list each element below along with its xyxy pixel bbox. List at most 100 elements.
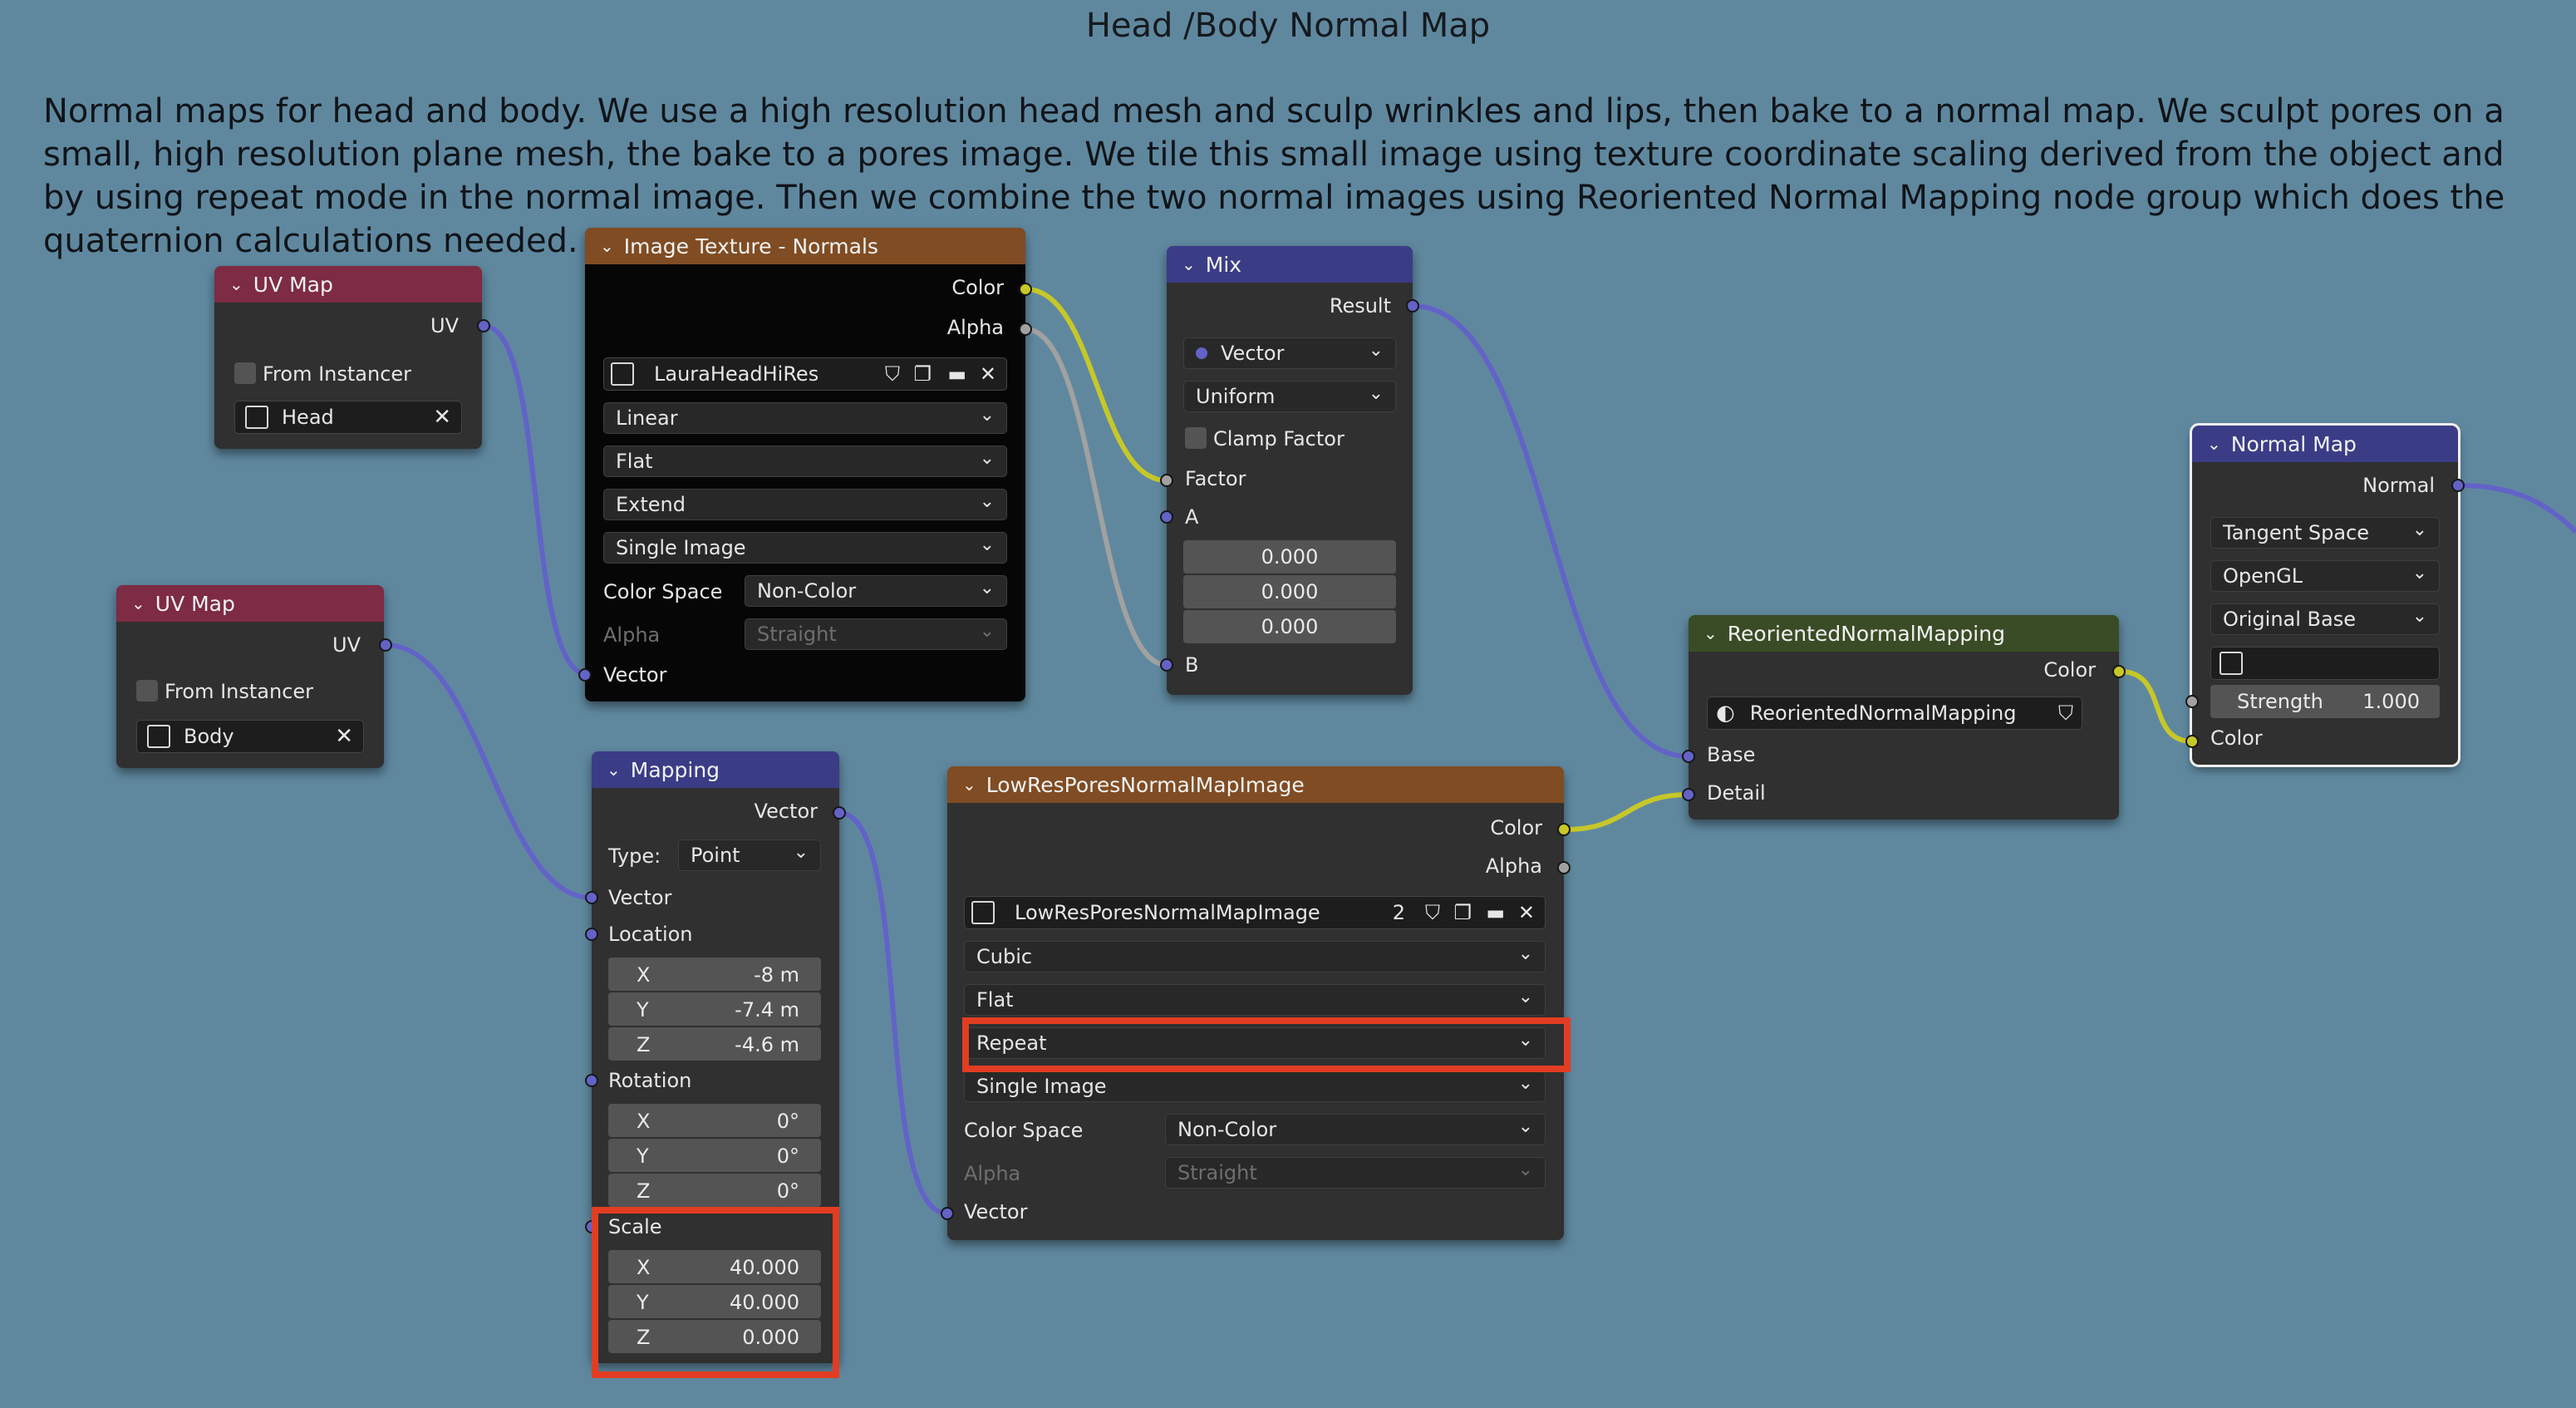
from-instancer-checkbox[interactable] <box>234 362 256 384</box>
collapse-chevron-icon[interactable]: ⌄ <box>229 274 243 294</box>
unlink-icon[interactable]: ✕ <box>1518 901 1535 924</box>
uv-head-output-socket[interactable] <box>477 319 490 332</box>
mapping-location-input-socket[interactable] <box>585 928 598 941</box>
collapse-chevron-icon[interactable]: ⌄ <box>1182 254 1196 274</box>
from-instancer-checkbox[interactable] <box>136 680 158 702</box>
mapping-type-dropdown[interactable]: Point <box>678 839 821 871</box>
convention-dropdown[interactable]: OpenGL <box>2210 560 2440 592</box>
image-selector[interactable]: LowResPoresNormalMapImage 2 ⛉ ❐ ▬ ✕ <box>964 896 1546 929</box>
image-texture-normals-node[interactable]: ⌄ Image Texture - Normals Color Alpha Lau… <box>585 228 1025 702</box>
mapping-rotation-input-socket[interactable] <box>585 1074 598 1087</box>
input-vector-label: Vector <box>964 1200 1028 1223</box>
tex-color-output-socket[interactable] <box>1019 283 1032 296</box>
node-tree-icon[interactable]: ◐ <box>1716 701 1735 726</box>
rnm-color-output-socket[interactable] <box>2112 665 2126 678</box>
collapse-chevron-icon[interactable]: ⌄ <box>962 775 976 795</box>
duplicate-icon[interactable]: ❐ <box>913 362 932 386</box>
node-header[interactable]: ⌄ Mix <box>1167 246 1413 283</box>
node-header[interactable]: ⌄ UV Map <box>214 266 482 303</box>
factor-mode-dropdown[interactable]: Uniform <box>1183 381 1396 412</box>
collapse-chevron-icon[interactable]: ⌄ <box>607 760 621 780</box>
clear-icon[interactable]: ✕ <box>335 724 353 749</box>
location-x-field[interactable]: X -8 m <box>608 958 821 991</box>
rotation-y-field[interactable]: Y 0° <box>608 1139 821 1172</box>
a-value-x[interactable]: 0.000 <box>1183 540 1396 574</box>
tex-alpha-output-socket[interactable] <box>1019 322 1032 336</box>
unlink-icon[interactable]: ✕ <box>980 362 996 386</box>
reoriented-normal-mapping-node[interactable]: ⌄ ReorientedNormalMapping Color ◐ Reorien… <box>1689 615 2119 820</box>
color-space-dropdown[interactable]: Non-Color <box>745 575 1007 607</box>
normalmap-color-input-socket[interactable] <box>2185 735 2199 748</box>
uv-map-field[interactable] <box>2210 647 2440 680</box>
base-dropdown[interactable]: Original Base <box>2210 603 2440 635</box>
mix-node[interactable]: ⌄Mix Result Vector Uniform Clamp Factor … <box>1167 246 1413 695</box>
mix-factor-input-socket[interactable] <box>1160 474 1173 487</box>
extension-dropdown[interactable]: Extend <box>603 489 1007 520</box>
collapse-chevron-icon[interactable]: ⌄ <box>600 236 614 256</box>
a-value-y[interactable]: 0.000 <box>1183 575 1396 608</box>
normalmap-strength-input-socket[interactable] <box>2185 695 2199 708</box>
clamp-factor-checkbox[interactable] <box>1185 427 1207 449</box>
fake-user-shield-icon[interactable]: ⛉ <box>2058 702 2073 725</box>
node-group-selector[interactable]: ◐ ReorientedNormalMapping ⛉ <box>1707 697 2082 730</box>
mapping-vector-output-socket[interactable] <box>833 806 846 820</box>
mix-result-output-socket[interactable] <box>1406 299 1419 313</box>
duplicate-icon[interactable]: ❐ <box>1453 901 1472 924</box>
collapse-chevron-icon[interactable]: ⌄ <box>1703 623 1718 643</box>
location-y-field[interactable]: Y -7.4 m <box>608 992 821 1026</box>
uv-map-body-node[interactable]: ⌄ UV Map UV From Instancer Body ✕ <box>116 585 384 768</box>
node-header[interactable]: ⌄ UV Map <box>116 585 384 622</box>
fake-user-shield-icon[interactable]: ⛉ <box>885 362 900 386</box>
collapse-chevron-icon[interactable]: ⌄ <box>131 593 145 613</box>
open-folder-icon[interactable]: ▬ <box>947 362 966 386</box>
image-name[interactable]: LauraHeadHiRes <box>654 362 819 386</box>
projection-dropdown[interactable]: Flat <box>603 446 1007 477</box>
uv-body-output-socket[interactable] <box>379 638 392 652</box>
data-type-dropdown[interactable]: Vector <box>1183 337 1396 369</box>
projection-dropdown[interactable]: Flat <box>964 984 1546 1016</box>
normalmap-normal-output-socket[interactable] <box>2451 479 2465 492</box>
fake-user-shield-icon[interactable]: ⛉ <box>1425 901 1440 924</box>
space-dropdown[interactable]: Tangent Space <box>2210 517 2440 549</box>
source-dropdown[interactable]: Single Image <box>964 1071 1546 1102</box>
node-header[interactable]: ⌄ LowResPoresNormalMapImage <box>947 766 1564 803</box>
rnm-base-input-socket[interactable] <box>1682 750 1695 763</box>
uv-map-field[interactable]: Head ✕ <box>234 401 462 434</box>
image-browse-icon[interactable] <box>611 362 634 386</box>
strength-value: 1.000 <box>2362 690 2420 713</box>
mix-a-input-socket[interactable] <box>1160 510 1173 524</box>
normal-map-node[interactable]: ⌄Normal Map Normal Tangent Space OpenGL … <box>2190 423 2460 767</box>
color-space-dropdown[interactable]: Non-Color <box>1165 1114 1546 1145</box>
pores-vector-input-socket[interactable] <box>941 1207 954 1220</box>
node-header[interactable]: ⌄ Image Texture - Normals <box>585 228 1025 264</box>
image-browse-icon[interactable] <box>971 901 995 924</box>
tex-vector-input-socket[interactable] <box>578 668 592 682</box>
rotation-z-field[interactable]: Z 0° <box>608 1174 821 1207</box>
strength-field[interactable]: Strength 1.000 <box>2210 685 2440 718</box>
interpolation-dropdown[interactable]: Cubic <box>964 941 1546 972</box>
uv-map-head-node[interactable]: ⌄ UV Map UV From Instancer Head ✕ <box>214 266 482 449</box>
clear-icon[interactable]: ✕ <box>433 405 451 430</box>
source-dropdown[interactable]: Single Image <box>603 532 1007 564</box>
user-count[interactable]: 2 <box>1393 901 1405 924</box>
pores-color-output-socket[interactable] <box>1557 823 1571 836</box>
rotation-x-field[interactable]: X 0° <box>608 1104 821 1137</box>
interpolation-dropdown[interactable]: Linear <box>603 402 1007 434</box>
mapping-vector-input-socket[interactable] <box>585 891 598 904</box>
uv-map-field[interactable]: Body ✕ <box>136 720 364 753</box>
image-selector[interactable]: LauraHeadHiRes ⛉ ❐ ▬ ✕ <box>603 357 1007 391</box>
a-value-z[interactable]: 0.000 <box>1183 610 1396 643</box>
pores-image-texture-node[interactable]: ⌄ LowResPoresNormalMapImage Color Alpha L… <box>947 766 1564 1240</box>
image-name[interactable]: LowResPoresNormalMapImage <box>1015 901 1320 924</box>
rnm-detail-input-socket[interactable] <box>1682 788 1695 801</box>
group-name[interactable]: ReorientedNormalMapping <box>1750 702 2017 725</box>
node-header[interactable]: ⌄ Normal Map <box>2192 426 2458 462</box>
pores-alpha-output-socket[interactable] <box>1557 861 1571 874</box>
axis-label: Z <box>637 1033 651 1056</box>
node-header[interactable]: ⌄ Mapping <box>592 751 839 788</box>
collapse-chevron-icon[interactable]: ⌄ <box>2207 434 2221 454</box>
mix-b-input-socket[interactable] <box>1160 658 1173 672</box>
node-header[interactable]: ⌄ ReorientedNormalMapping <box>1689 615 2119 652</box>
location-z-field[interactable]: Z -4.6 m <box>608 1027 821 1061</box>
open-folder-icon[interactable]: ▬ <box>1486 901 1505 924</box>
